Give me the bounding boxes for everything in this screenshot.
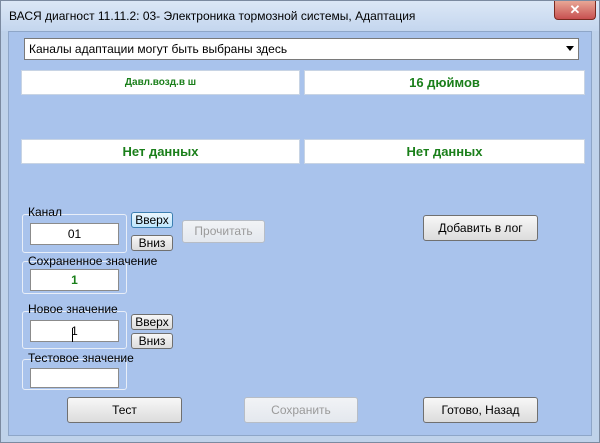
- new-value-label: Новое значение: [28, 302, 118, 316]
- new-value-down-button[interactable]: Вниз: [131, 333, 173, 349]
- chevron-down-icon[interactable]: [566, 46, 574, 51]
- done-back-button[interactable]: Готово, Назад: [423, 397, 538, 423]
- readout-top-right: 16 дюймов: [304, 70, 585, 95]
- readout-top-left: Давл.возд.в ш: [21, 70, 300, 95]
- text-cursor: [72, 328, 73, 342]
- window-title: ВАСЯ диагност 11.11.2: 03- Электроника т…: [9, 9, 416, 23]
- dropdown-selected-text: Каналы адаптации могут быть выбраны здес…: [29, 42, 288, 56]
- channel-label: Канал: [28, 205, 62, 219]
- adaptation-window: ВАСЯ диагност 11.11.2: 03- Электроника т…: [0, 0, 600, 443]
- new-value-input[interactable]: 1: [30, 320, 119, 342]
- save-button[interactable]: Сохранить: [244, 397, 358, 423]
- close-button[interactable]: ✕: [554, 1, 596, 20]
- readout-mid-left: Нет данных: [21, 139, 300, 164]
- adaptation-channels-dropdown[interactable]: Каналы адаптации могут быть выбраны здес…: [24, 38, 579, 60]
- title-bar[interactable]: ВАСЯ диагност 11.11.2: 03- Электроника т…: [1, 1, 599, 31]
- channel-up-button[interactable]: Вверх: [131, 212, 173, 228]
- saved-value-label: Сохраненное значение: [28, 254, 158, 268]
- test-value-field[interactable]: [30, 368, 119, 388]
- test-value-label: Тестовое значение: [28, 351, 134, 365]
- readout-mid-right: Нет данных: [304, 139, 585, 164]
- read-button[interactable]: Прочитать: [182, 220, 265, 243]
- saved-value-field: 1: [30, 269, 119, 291]
- channel-field[interactable]: 01: [30, 223, 119, 245]
- channel-down-button[interactable]: Вниз: [131, 235, 173, 251]
- add-to-log-button[interactable]: Добавить в лог: [423, 215, 538, 241]
- new-value-up-button[interactable]: Вверх: [131, 314, 173, 330]
- test-button[interactable]: Тест: [67, 397, 182, 423]
